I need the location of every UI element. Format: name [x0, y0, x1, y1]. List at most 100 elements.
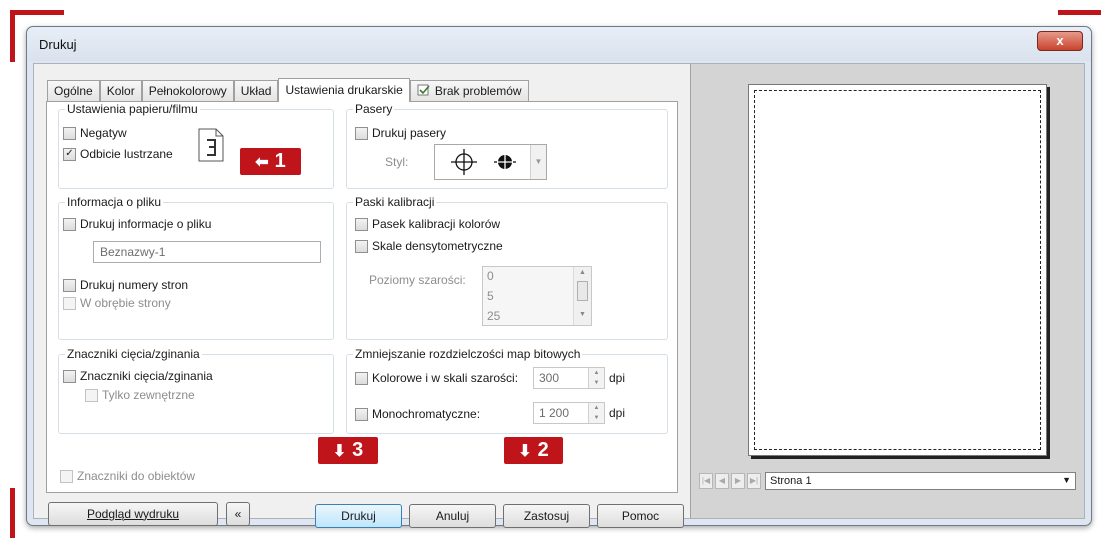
- print-file-info-option[interactable]: Drukuj informacje o pliku: [63, 217, 211, 231]
- color-calibration-checkbox[interactable]: [355, 217, 368, 231]
- corner-mark-tl-v: [10, 10, 15, 62]
- print-preview-pane: |◀ ◀ ▶ ▶| Strona 1 ▼: [690, 64, 1084, 518]
- calibration-group: Paski kalibracji Pasek kalibracji koloró…: [346, 195, 668, 340]
- mono-dpi-spinner[interactable]: 1 200 ▲ ▼: [533, 402, 605, 424]
- tab-layout[interactable]: Układ: [233, 80, 279, 101]
- print-button[interactable]: Drukuj: [315, 504, 402, 528]
- crop-marks-label: Znaczniki cięcia/zginania: [80, 369, 213, 383]
- densitometer-checkbox[interactable]: [355, 239, 368, 253]
- object-marks-option[interactable]: Znaczniki do obiektów: [60, 469, 195, 483]
- mirror-label: Odbicie lustrzane: [80, 147, 173, 161]
- color-dpi-stepper[interactable]: ▲ ▼: [588, 368, 604, 388]
- apply-button[interactable]: Zastosuj: [503, 504, 590, 528]
- registration-group: Pasery Drukuj pasery Styl: ▼: [346, 102, 668, 189]
- within-page-label: W obrębie strony: [80, 296, 171, 310]
- mono-downsample-option[interactable]: Monochromatyczne:: [355, 407, 480, 421]
- file-info-title: Informacja o pliku: [65, 195, 164, 209]
- mono-dpi-value: 1 200: [539, 406, 570, 420]
- callout-1: ⬅ 1: [240, 148, 301, 175]
- file-info-group: Informacja o pliku Drukuj informacje o p…: [58, 195, 334, 340]
- gray-level-item[interactable]: 5: [487, 289, 494, 303]
- mirror-option[interactable]: ✓ Odbicie lustrzane: [63, 147, 173, 161]
- gray-level-item[interactable]: 25: [487, 309, 500, 323]
- color-dpi-spinner[interactable]: 300 ▲ ▼: [533, 367, 605, 389]
- help-button[interactable]: Pomoc: [597, 504, 684, 528]
- step-down-icon[interactable]: ▼: [589, 378, 604, 388]
- print-file-info-label: Drukuj informacje o pliku: [80, 217, 212, 231]
- calibration-title: Paski kalibracji: [353, 195, 437, 209]
- step-up-icon[interactable]: ▲: [589, 403, 604, 413]
- style-label: Styl:: [385, 155, 409, 169]
- prepress-panel: Ustawienia papieru/filmu Negatyw ✓ Odbic…: [46, 101, 678, 493]
- paper-film-title: Ustawienia papieru/filmu: [65, 102, 200, 116]
- tab-composite[interactable]: Pełnokolorowy: [141, 80, 234, 101]
- scroll-up-icon[interactable]: ▲: [574, 267, 591, 279]
- step-up-icon[interactable]: ▲: [589, 368, 604, 378]
- page-select[interactable]: Strona 1 ▼: [765, 472, 1076, 490]
- file-info-text-field[interactable]: Beznazwy-1: [93, 241, 321, 263]
- print-page-numbers-checkbox[interactable]: [63, 278, 76, 292]
- color-dpi-value: 300: [539, 371, 560, 385]
- print-registration-checkbox[interactable]: [355, 126, 368, 140]
- gray-level-item[interactable]: 0: [487, 269, 494, 283]
- color-downsample-checkbox[interactable]: [355, 371, 368, 385]
- exterior-only-option[interactable]: Tylko zewnętrzne: [85, 388, 195, 402]
- exterior-only-checkbox[interactable]: [85, 388, 98, 402]
- double-chevron-left-icon: «: [234, 507, 242, 521]
- checklist-icon: [417, 84, 431, 99]
- color-downsample-label: Kolorowe i w skali szarości:: [372, 371, 519, 385]
- window-title: Drukuj: [39, 37, 77, 52]
- print-file-info-checkbox[interactable]: [63, 217, 76, 231]
- print-page-numbers-option[interactable]: Drukuj numery stron: [63, 278, 188, 292]
- dropdown-arrow-icon: ▼: [530, 145, 546, 179]
- negative-checkbox[interactable]: [63, 126, 76, 140]
- page-navigator: |◀ ◀ ▶ ▶| Strona 1 ▼: [699, 471, 1076, 491]
- negative-option[interactable]: Negatyw: [63, 126, 127, 140]
- print-preview-button[interactable]: Podgląd wydruku: [48, 502, 218, 526]
- corner-mark-bl-v: [10, 488, 15, 538]
- crop-marks-title: Znaczniki cięcia/zginania: [65, 347, 202, 361]
- print-page-numbers-label: Drukuj numery stron: [80, 278, 189, 292]
- collapse-preview-button[interactable]: «: [226, 502, 250, 526]
- crop-marks-option[interactable]: Znaczniki cięcia/zginania: [63, 369, 213, 383]
- corner-mark-tl-h: [10, 10, 64, 15]
- mono-dpi-unit: dpi: [609, 406, 626, 420]
- first-page-icon[interactable]: |◀: [699, 473, 713, 489]
- mirror-preview-icon: [198, 128, 224, 165]
- tab-color[interactable]: Kolor: [99, 80, 142, 101]
- gray-levels-scrollbar[interactable]: ▲ ▼: [573, 267, 591, 325]
- cancel-button[interactable]: Anuluj: [409, 504, 496, 528]
- mirror-checkbox[interactable]: ✓: [63, 147, 76, 161]
- color-dpi-unit: dpi: [609, 371, 626, 385]
- crop-marks-checkbox[interactable]: [63, 369, 76, 383]
- color-downsample-option[interactable]: Kolorowe i w skali szarości:: [355, 371, 518, 385]
- last-page-icon[interactable]: ▶|: [747, 473, 761, 489]
- within-page-checkbox[interactable]: [63, 296, 76, 310]
- arrow-left-icon: ⬅: [255, 153, 269, 171]
- registration-style-select[interactable]: ▼: [434, 144, 547, 180]
- mono-downsample-checkbox[interactable]: [355, 407, 368, 421]
- scroll-down-icon[interactable]: ▼: [574, 309, 591, 321]
- within-page-option[interactable]: W obrębie strony: [63, 296, 171, 310]
- prev-page-icon[interactable]: ◀: [715, 473, 729, 489]
- mono-downsample-label: Monochromatyczne:: [372, 407, 481, 421]
- corner-mark-tr-h: [1058, 10, 1101, 15]
- object-marks-checkbox[interactable]: [60, 469, 73, 483]
- mono-dpi-stepper[interactable]: ▲ ▼: [588, 403, 604, 423]
- tab-no-issues[interactable]: Brak problemów: [409, 80, 529, 101]
- tab-general[interactable]: Ogólne: [47, 80, 100, 101]
- scroll-thumb[interactable]: [577, 281, 588, 301]
- registration-title: Pasery: [353, 102, 395, 116]
- close-button[interactable]: x: [1037, 31, 1083, 51]
- densitometer-option[interactable]: Skale densytometryczne: [355, 239, 503, 253]
- print-registration-option[interactable]: Drukuj pasery: [355, 126, 446, 140]
- registration-style-icon: [435, 145, 531, 182]
- gray-levels-list[interactable]: 0 5 25 ▲ ▼: [482, 266, 592, 326]
- color-calibration-option[interactable]: Pasek kalibracji kolorów: [355, 217, 500, 231]
- callout-1-number: 1: [274, 150, 286, 172]
- next-page-icon[interactable]: ▶: [731, 473, 745, 489]
- tab-prepress[interactable]: Ustawienia drukarskie: [278, 78, 410, 102]
- step-down-icon[interactable]: ▼: [589, 413, 604, 423]
- chevron-down-icon: ▼: [1062, 475, 1071, 485]
- tab-no-issues-label: Brak problemów: [434, 84, 522, 98]
